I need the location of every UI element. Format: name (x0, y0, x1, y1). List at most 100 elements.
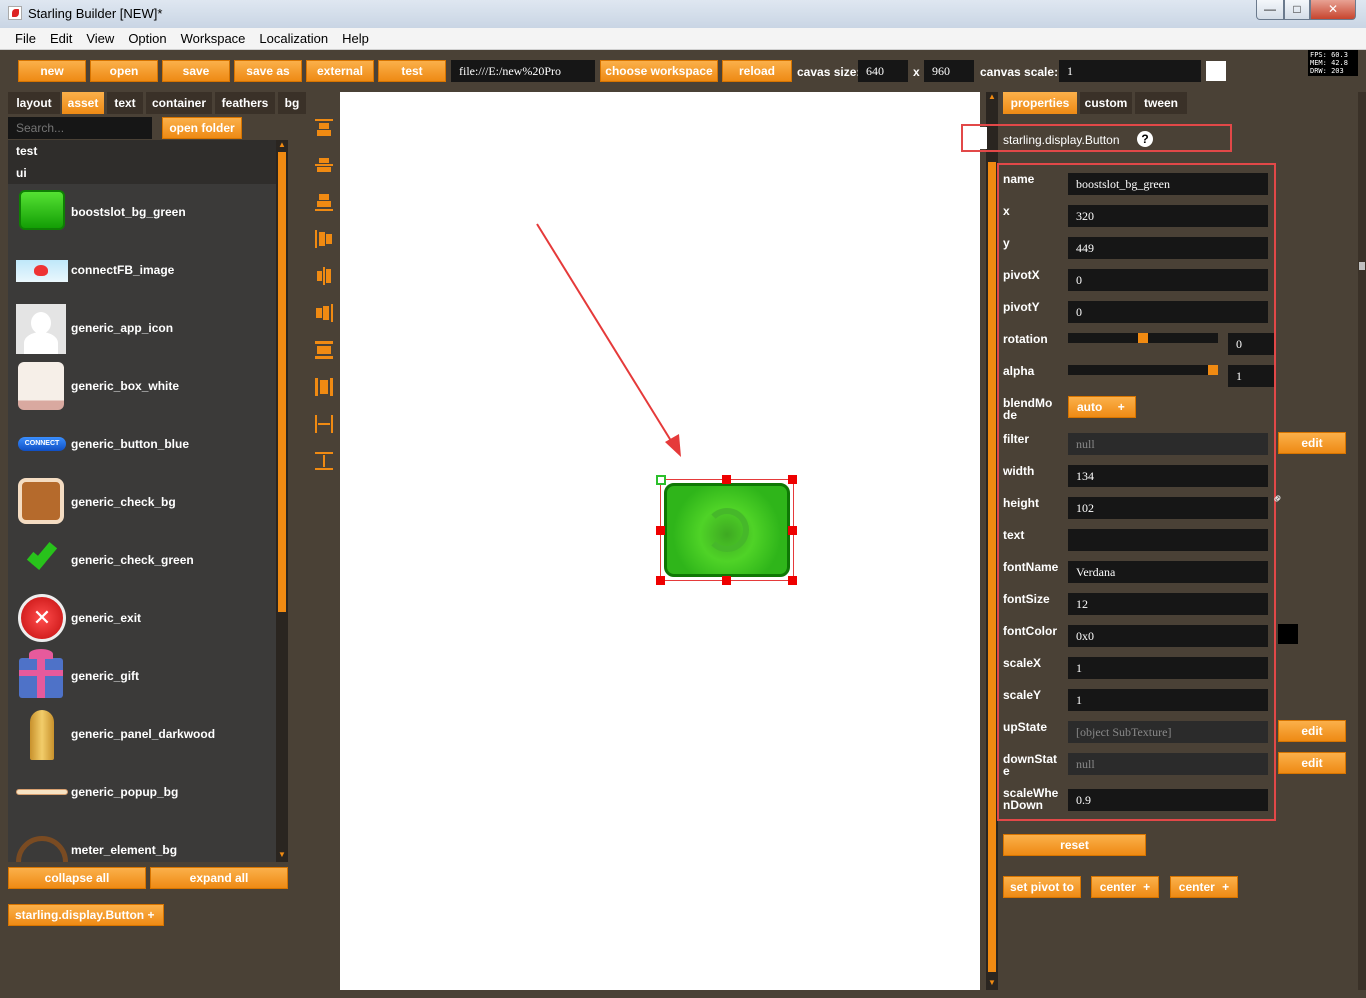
menu-localization[interactable]: Localization (252, 28, 335, 50)
pivoty-field[interactable]: 0 (1068, 301, 1268, 323)
selected-button-bounds[interactable] (656, 475, 797, 585)
tab-layout[interactable]: layout (8, 92, 60, 114)
name-field[interactable]: boostslot_bg_green (1068, 173, 1268, 195)
tab-custom[interactable]: custom (1080, 92, 1132, 114)
resize-handle[interactable] (656, 526, 665, 535)
properties-scroll-thumb[interactable] (988, 162, 996, 972)
asset-list-scrollbar[interactable]: ▲ ▼ (276, 140, 288, 862)
test-button[interactable]: test (378, 60, 446, 82)
list-item[interactable]: generic_check_bg (8, 474, 276, 532)
distribute-vertical-icon[interactable] (315, 341, 333, 359)
menu-option[interactable]: Option (121, 28, 173, 50)
align-center-icon[interactable] (315, 267, 333, 285)
height-field[interactable]: 102 (1068, 497, 1268, 519)
tab-tween[interactable]: tween (1135, 92, 1187, 114)
list-item[interactable]: generic_app_icon (8, 300, 276, 358)
list-item[interactable]: generic_panel_darkwood (8, 706, 276, 764)
asset-search-input[interactable] (8, 117, 152, 139)
list-item[interactable]: generic_check_green (8, 532, 276, 590)
tab-asset[interactable]: asset (62, 92, 104, 114)
alpha-slider-thumb[interactable] (1208, 365, 1218, 375)
width-field[interactable]: 134 (1068, 465, 1268, 487)
folder-ui[interactable]: ui (8, 162, 276, 184)
align-top-icon[interactable] (315, 119, 333, 137)
outer-scroll-thumb[interactable] (1359, 262, 1365, 270)
tab-feathers[interactable]: feathers (215, 92, 275, 114)
blendmode-dropdown[interactable]: auto + (1068, 396, 1136, 418)
outer-scrollbar[interactable] (1358, 92, 1366, 990)
list-item[interactable]: ✕ generic_exit (8, 590, 276, 648)
scalex-field[interactable]: 1 (1068, 657, 1268, 679)
scroll-down-arrow-icon[interactable]: ▼ (276, 850, 288, 860)
x-field[interactable]: 320 (1068, 205, 1268, 227)
menu-help[interactable]: Help (335, 28, 376, 50)
alpha-slider[interactable] (1068, 365, 1218, 375)
align-right-icon[interactable] (315, 304, 333, 322)
fontname-field[interactable]: Verdana (1068, 561, 1268, 583)
folder-test[interactable]: test (8, 140, 276, 162)
resize-handle[interactable] (788, 576, 797, 585)
canvas-width-field[interactable]: 640 (858, 60, 908, 82)
list-item[interactable]: generic_box_white (8, 358, 276, 416)
tab-container[interactable]: container (146, 92, 212, 114)
align-left-icon[interactable] (315, 230, 333, 248)
expand-all-button[interactable]: expand all (150, 867, 288, 889)
fontcolor-swatch[interactable] (1278, 624, 1298, 644)
resize-handle[interactable] (722, 475, 731, 484)
menu-workspace[interactable]: Workspace (174, 28, 253, 50)
downstate-edit-button[interactable]: edit (1278, 752, 1346, 774)
scalewhendown-field[interactable]: 0.9 (1068, 789, 1268, 811)
fontcolor-field[interactable]: 0x0 (1068, 625, 1268, 647)
save-button[interactable]: save (162, 60, 230, 82)
list-item[interactable]: boostslot_bg_green (8, 184, 276, 242)
resize-handle[interactable] (722, 576, 731, 585)
set-pivot-to-button[interactable]: set pivot to (1003, 876, 1081, 898)
choose-workspace-button[interactable]: choose workspace (600, 60, 718, 82)
resize-handle[interactable] (788, 526, 797, 535)
tab-text[interactable]: text (107, 92, 143, 114)
match-width-icon[interactable] (315, 415, 333, 433)
alpha-field[interactable]: 1 (1228, 365, 1274, 387)
asset-scroll-thumb[interactable] (278, 152, 286, 612)
resize-handle[interactable] (656, 576, 665, 585)
save-as-button[interactable]: save as (234, 60, 302, 82)
align-middle-icon[interactable] (315, 156, 333, 174)
tab-bg[interactable]: bg (278, 92, 306, 114)
list-item[interactable]: generic_popup_bg (8, 764, 276, 822)
tab-properties[interactable]: properties (1003, 92, 1077, 114)
scaley-field[interactable]: 1 (1068, 689, 1268, 711)
link-icon[interactable]: ⚭ (1268, 486, 1291, 509)
pivotx-field[interactable]: 0 (1068, 269, 1268, 291)
menu-file[interactable]: File (8, 28, 43, 50)
list-item[interactable]: connectFB_image (8, 242, 276, 300)
rotation-slider[interactable] (1068, 333, 1218, 343)
pivot-y-center-dropdown[interactable]: center + (1170, 876, 1238, 898)
maximize-button[interactable]: □ (1284, 0, 1310, 20)
list-item[interactable]: generic_gift (8, 648, 276, 706)
y-field[interactable]: 449 (1068, 237, 1268, 259)
close-button[interactable]: ✕ (1310, 0, 1356, 20)
boostslot-button-image[interactable] (664, 483, 790, 577)
align-bottom-icon[interactable] (315, 193, 333, 211)
list-item[interactable]: meter_element_bg (8, 822, 276, 862)
workspace-path-field[interactable]: file:///E:/new%20Pro (451, 60, 595, 82)
list-item[interactable]: CONNECT generic_button_blue (8, 416, 276, 474)
help-icon[interactable]: ? (1137, 131, 1153, 147)
upstate-edit-button[interactable]: edit (1278, 720, 1346, 742)
collapse-all-button[interactable]: collapse all (8, 867, 146, 889)
canvas-height-field[interactable]: 960 (924, 60, 974, 82)
scroll-down-arrow-icon[interactable]: ▼ (986, 978, 998, 988)
distribute-horizontal-icon[interactable] (315, 378, 333, 396)
design-canvas[interactable] (340, 92, 980, 990)
canvas-scale-field[interactable]: 1 (1059, 60, 1201, 82)
fontsize-field[interactable]: 12 (1068, 593, 1268, 615)
match-height-icon[interactable] (315, 452, 333, 470)
scroll-up-arrow-icon[interactable]: ▲ (276, 140, 288, 150)
scroll-up-arrow-icon[interactable]: ▲ (986, 92, 998, 102)
filter-edit-button[interactable]: edit (1278, 432, 1346, 454)
menu-view[interactable]: View (79, 28, 121, 50)
text-field[interactable] (1068, 529, 1268, 551)
new-button[interactable]: new (18, 60, 86, 82)
create-type-dropdown[interactable]: starling.display.Button + (8, 904, 164, 926)
rotation-field[interactable]: 0 (1228, 333, 1274, 355)
